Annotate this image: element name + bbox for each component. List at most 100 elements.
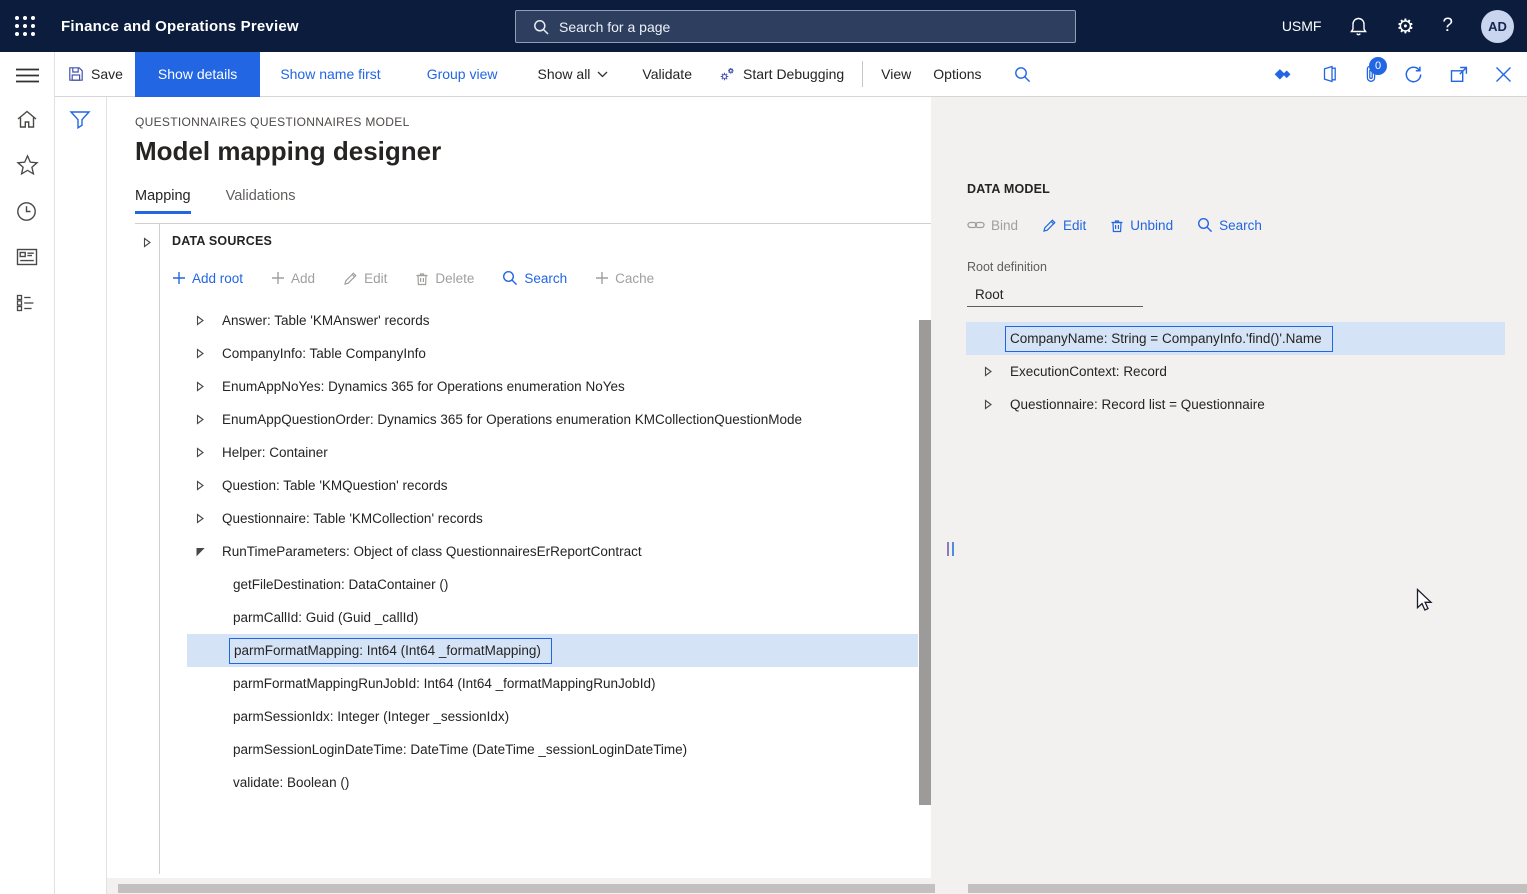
tab-mapping[interactable]: Mapping [135, 188, 191, 214]
tree-item-label: parmCallId: Guid (Guid _callId) [233, 610, 418, 625]
dm-bind-button[interactable]: Bind [967, 218, 1018, 233]
data-source-tree-item[interactable]: parmCallId: Guid (Guid _callId) [187, 601, 918, 634]
collapse-icon[interactable] [194, 545, 206, 558]
expand-icon[interactable] [194, 314, 206, 327]
expand-icon[interactable] [194, 479, 206, 492]
app-title: Finance and Operations Preview [61, 18, 299, 35]
tree-item-label: Question: Table 'KMQuestion' records [222, 478, 448, 493]
show-details-button[interactable]: Show details [135, 52, 260, 97]
help-question-icon[interactable]: ? [1442, 15, 1453, 37]
data-model-tree-item[interactable]: CompanyName: String = CompanyInfo.'find(… [966, 322, 1505, 355]
expand-icon[interactable] [194, 446, 206, 459]
data-source-tree-item[interactable]: Answer: Table 'KMAnswer' records [187, 304, 918, 337]
tree-item-label: parmSessionLoginDateTime: DateTime (Date… [233, 742, 687, 757]
data-source-tree-item[interactable]: EnumAppNoYes: Dynamics 365 for Operation… [187, 370, 918, 403]
filter-funnel-icon[interactable] [69, 110, 91, 130]
data-source-tree-item[interactable]: parmSessionIdx: Integer (Integer _sessio… [187, 700, 918, 733]
settings-gear-icon[interactable]: ⚙ [1396, 16, 1414, 36]
data-model-tree-item[interactable]: Questionnaire: Record list = Questionnai… [966, 388, 1505, 421]
refresh-icon[interactable] [1404, 65, 1423, 84]
view-menu[interactable]: View [881, 66, 911, 82]
horizontal-scrollbar-left[interactable] [118, 884, 935, 893]
link-icon [967, 219, 985, 231]
close-icon[interactable] [1495, 66, 1512, 83]
toolbar-search-icon[interactable] [1014, 66, 1031, 83]
panel-collapse-icon[interactable] [141, 236, 153, 249]
ds-edit-button[interactable]: Edit [343, 271, 387, 286]
data-source-tree-item[interactable]: CompanyInfo: Table CompanyInfo [187, 337, 918, 370]
ds-search-button[interactable]: Search [502, 270, 567, 286]
modules-list-icon[interactable] [16, 294, 38, 312]
mapping-pane: QUESTIONNAIRES QUESTIONNAIRES MODEL Mode… [107, 97, 931, 878]
data-model-toolbar: Bind Edit Unbind Search [967, 217, 1262, 233]
data-model-pane: DATA MODEL BindEditUnbindSearch Root def… [931, 97, 1527, 878]
data-model-tree-item[interactable]: ExecutionContext: Record [966, 355, 1505, 388]
tab-validations[interactable]: Validations [226, 188, 296, 214]
data-source-tree-item[interactable]: validate: Boolean () [187, 766, 918, 799]
open-in-new-window-icon[interactable] [1450, 66, 1468, 83]
workspaces-form-icon[interactable] [16, 248, 38, 266]
panel-gutter [135, 224, 160, 874]
tree-scrollbar-thumb[interactable] [919, 320, 931, 805]
selected-node-box: parmFormatMapping: Int64 (Int64 _formatM… [229, 638, 552, 664]
data-source-tree-item[interactable]: Questionnaire: Table 'KMCollection' reco… [187, 502, 918, 535]
ds-delete-button[interactable]: Delete [415, 271, 474, 286]
recent-clock-icon[interactable] [16, 201, 37, 222]
search-icon [502, 270, 518, 286]
save-button[interactable]: Save [68, 66, 123, 82]
dm-search-button[interactable]: Search [1197, 217, 1262, 233]
expand-icon[interactable] [194, 512, 206, 525]
notifications-bell-icon[interactable] [1349, 16, 1368, 37]
left-nav-rail [0, 52, 55, 894]
data-source-tree-item[interactable]: Helper: Container [187, 436, 918, 469]
tree-item-label: parmSessionIdx: Integer (Integer _sessio… [233, 709, 509, 724]
data-source-tree-item[interactable]: parmSessionLoginDateTime: DateTime (Date… [187, 733, 918, 766]
search-input[interactable]: Search for a page [515, 10, 1076, 43]
tree-item-label: Helper: Container [222, 445, 328, 460]
favorites-star-icon[interactable] [16, 154, 39, 176]
data-sources-toolbar: Add root Add Edit Delete Search Cache [172, 270, 931, 286]
app-launcher-waffle-icon[interactable] [15, 16, 35, 36]
expand-icon[interactable] [194, 413, 206, 426]
hamburger-menu-icon[interactable] [16, 68, 39, 83]
horizontal-scrollbar-right[interactable] [968, 884, 1527, 893]
open-in-office-icon[interactable] [1321, 65, 1338, 83]
filter-rail [55, 97, 107, 894]
data-source-tree-item[interactable]: EnumAppQuestionOrder: Dynamics 365 for O… [187, 403, 918, 436]
tree-item-label: CompanyInfo: Table CompanyInfo [222, 346, 426, 361]
data-source-tree-item[interactable]: RunTimeParameters: Object of class Quest… [187, 535, 918, 568]
show-name-first-button[interactable]: Show name first [280, 66, 380, 82]
expand-icon[interactable] [982, 398, 994, 411]
show-all-dropdown[interactable]: Show all [538, 66, 609, 82]
data-source-tree-item[interactable]: Question: Table 'KMQuestion' records [187, 469, 918, 502]
dm-edit-button[interactable]: Edit [1042, 218, 1086, 233]
group-view-button[interactable]: Group view [427, 66, 498, 82]
action-pane: Save Show details Show name first Group … [55, 52, 1527, 97]
plus-icon [172, 271, 186, 285]
user-avatar[interactable]: AD [1481, 10, 1514, 43]
start-debugging-button[interactable]: Start Debugging [718, 66, 844, 83]
tree-item-label: CompanyName: String = CompanyInfo.'find(… [1010, 331, 1322, 346]
data-source-tree-item[interactable]: parmFormatMappingRunJobId: Int64 (Int64 … [187, 667, 918, 700]
validate-button[interactable]: Validate [642, 66, 692, 82]
data-source-tree-item[interactable]: getFileDestination: DataContainer () [187, 568, 918, 601]
ds-add-button[interactable]: Add [271, 271, 315, 286]
ds-add-root-button[interactable]: Add root [172, 271, 243, 286]
expand-icon[interactable] [194, 347, 206, 360]
data-source-tree-item[interactable]: parmFormatMapping: Int64 (Int64 _formatM… [187, 634, 918, 667]
data-sources-tree: Answer: Table 'KMAnswer' records CompanyI… [172, 304, 931, 799]
expand-icon[interactable] [194, 380, 206, 393]
attachments-button[interactable]: 0 [1365, 64, 1377, 84]
root-definition-field[interactable]: Root [967, 282, 1143, 307]
tree-item-label: Questionnaire: Record list = Questionnai… [1010, 397, 1265, 412]
diamonds-icon[interactable] [1273, 67, 1294, 82]
options-menu[interactable]: Options [933, 66, 981, 82]
company-selector[interactable]: USMF [1282, 18, 1322, 34]
expand-icon[interactable] [982, 365, 994, 378]
ds-cache-button[interactable]: Cache [595, 271, 654, 286]
dm-unbind-button[interactable]: Unbind [1110, 218, 1173, 233]
home-icon[interactable] [16, 109, 38, 130]
search-icon [1197, 217, 1213, 233]
pencil-icon [1042, 218, 1057, 233]
root-definition-value: Root [975, 287, 1004, 302]
